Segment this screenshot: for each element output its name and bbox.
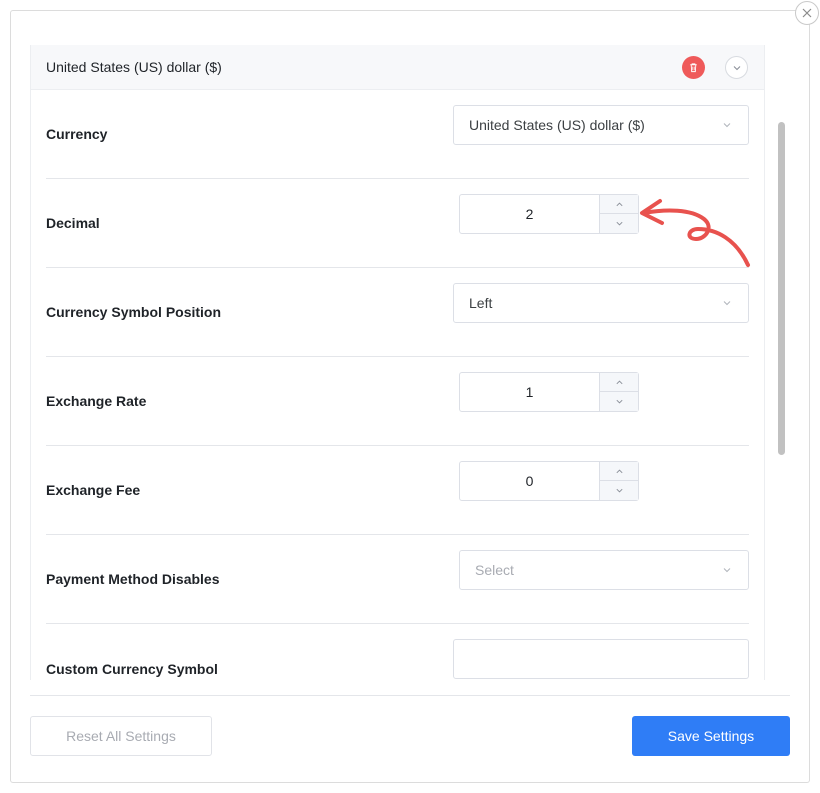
decimal-label: Decimal: [46, 215, 100, 231]
decimal-stepper-controls: [599, 195, 639, 233]
payment-method-disables-label: Payment Method Disables: [46, 571, 220, 587]
payment-method-disables-placeholder: Select: [475, 562, 514, 578]
chevron-up-icon: [616, 202, 623, 206]
decimal-row: Decimal: [46, 179, 749, 268]
chevron-down-icon: [616, 221, 623, 226]
chevron-up-icon: [616, 380, 623, 384]
currency-panel-title: United States (US) dollar ($): [46, 59, 222, 75]
exchange-rate-row: Exchange Rate: [46, 357, 749, 446]
save-settings-button[interactable]: Save Settings: [632, 716, 790, 756]
exchange-rate-label: Exchange Rate: [46, 393, 147, 409]
exchange-fee-row: Exchange Fee: [46, 446, 749, 535]
chevron-down-icon: [723, 301, 731, 306]
decimal-stepper[interactable]: 2: [459, 194, 639, 234]
currency-select-value: United States (US) dollar ($): [469, 117, 645, 133]
chevron-down-icon: [723, 123, 731, 128]
exchange-rate-stepper-controls: [599, 373, 639, 411]
decimal-decrement-button[interactable]: [600, 214, 639, 233]
delete-currency-button[interactable]: [682, 56, 705, 79]
chevron-down-icon: [723, 568, 731, 573]
decimal-value[interactable]: 2: [460, 195, 599, 233]
exchange-fee-increment-button[interactable]: [600, 462, 639, 481]
currency-label: Currency: [46, 126, 108, 142]
symbol-position-select[interactable]: Left: [453, 283, 749, 323]
chevron-up-icon: [616, 469, 623, 473]
exchange-fee-decrement-button[interactable]: [600, 481, 639, 500]
symbol-position-value: Left: [469, 295, 493, 311]
exchange-fee-value[interactable]: 0: [460, 462, 599, 500]
exchange-rate-increment-button[interactable]: [600, 373, 639, 392]
exchange-fee-stepper[interactable]: 0: [459, 461, 639, 501]
trash-icon: [690, 63, 697, 73]
reset-all-settings-button[interactable]: Reset All Settings: [30, 716, 212, 756]
close-icon: [802, 8, 812, 18]
currency-panel: United States (US) dollar ($) Currency U…: [30, 45, 765, 680]
exchange-rate-value[interactable]: 1: [460, 373, 599, 411]
decimal-increment-button[interactable]: [600, 195, 639, 214]
symbol-position-label: Currency Symbol Position: [46, 304, 222, 320]
exchange-rate-stepper[interactable]: 1: [459, 372, 639, 412]
close-button[interactable]: [795, 1, 819, 25]
custom-symbol-label: Custom Currency Symbol: [46, 660, 218, 677]
footer-divider: [30, 695, 790, 696]
scrollbar-thumb[interactable]: [778, 122, 785, 455]
currency-select[interactable]: United States (US) dollar ($): [453, 105, 749, 145]
exchange-fee-stepper-controls: [599, 462, 639, 500]
currency-panel-header[interactable]: United States (US) dollar ($): [31, 45, 764, 90]
chevron-down-icon: [733, 65, 740, 70]
payment-method-disables-select[interactable]: Select: [459, 550, 749, 590]
exchange-fee-label: Exchange Fee: [46, 482, 141, 498]
custom-symbol-input[interactable]: [453, 639, 749, 679]
chevron-down-icon: [616, 399, 623, 404]
collapse-panel-button[interactable]: [725, 56, 748, 79]
exchange-rate-decrement-button[interactable]: [600, 392, 639, 411]
chevron-down-icon: [616, 488, 623, 493]
